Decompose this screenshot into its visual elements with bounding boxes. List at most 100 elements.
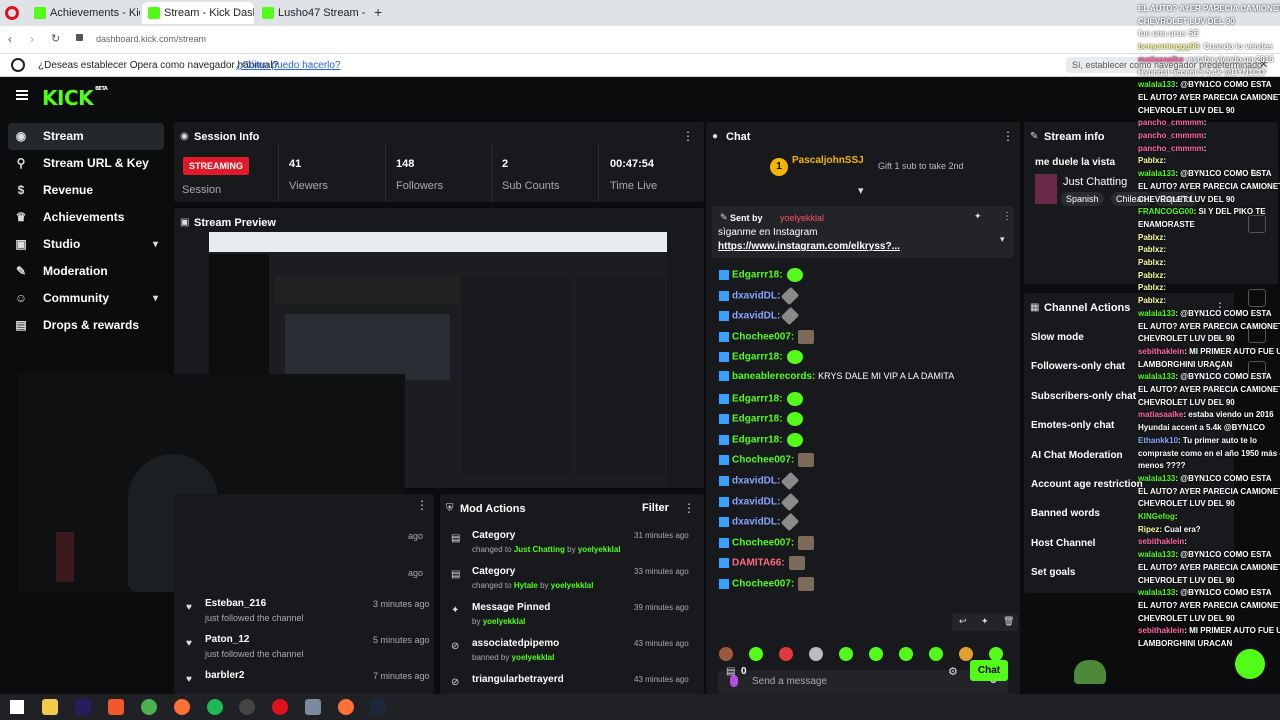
chat-username[interactable]: DAMITA66: (732, 558, 785, 569)
channel-action-followers-only-chat[interactable]: Followers-only chat (1031, 361, 1125, 372)
chat-username[interactable]: Edgarrr18: (732, 434, 783, 445)
chat-message[interactable]: Edgarrr18: (719, 391, 803, 406)
reply-icon[interactable]: ↩ (959, 616, 967, 627)
tab-stream[interactable]: Stream - Kick Dashboard (142, 2, 254, 24)
chat-message[interactable]: Edgarrr18: (719, 412, 803, 427)
emote-picker-icon[interactable] (779, 647, 793, 661)
opera-logo-icon[interactable] (5, 6, 19, 20)
chat-message[interactable]: dxavidDL: (719, 492, 800, 511)
emote-picker-icon[interactable] (809, 647, 823, 661)
opera-icon[interactable] (272, 699, 288, 715)
square-icon[interactable] (1248, 215, 1266, 233)
brave-icon[interactable] (108, 699, 124, 715)
back-icon[interactable]: ‹ (8, 32, 12, 46)
file-explorer-icon[interactable] (42, 699, 58, 715)
gift-cta[interactable]: Gift 1 sub to take 2nd (878, 161, 964, 171)
mod-action-user[interactable]: yoelyekklal (512, 653, 555, 662)
chat-message[interactable]: dxavidDL: (719, 306, 800, 326)
chat-message[interactable]: Edgarrr18: (719, 268, 803, 282)
chat-username[interactable]: Chochee007: (732, 579, 794, 590)
chat-username[interactable]: Chochee007: (732, 537, 794, 548)
chat-settings-icon[interactable]: ⚙ (948, 665, 958, 678)
url-field[interactable]: dashboard.kick.com/stream (96, 34, 206, 44)
sidebar-item-moderation[interactable]: ✎ Moderation (8, 258, 164, 285)
chat-username[interactable]: Chochee007: (732, 455, 794, 466)
chat-username[interactable]: Edgarrr18: (732, 352, 783, 363)
chat-username[interactable]: Edgarrr18: (732, 393, 783, 404)
channel-action-banned-words[interactable]: Banned words (1031, 508, 1100, 519)
chat-username[interactable]: Edgarrr18: (732, 414, 783, 425)
steam-icon[interactable] (370, 699, 386, 715)
sidebar-item-studio[interactable]: ▣ Studio ▾ (8, 231, 164, 258)
chat-username[interactable]: dxavidDL: (732, 290, 780, 301)
chat-username[interactable]: dxavidDL: (732, 476, 780, 487)
chat-message[interactable]: Chochee007: (719, 535, 815, 550)
chat-message[interactable]: dxavidDL: (719, 471, 800, 491)
emote-picker-icon[interactable] (899, 647, 913, 661)
chat-message[interactable]: DAMITA66: (719, 556, 805, 571)
chat-message[interactable]: dxavidDL: (719, 512, 800, 532)
emote-picker-icon[interactable] (959, 647, 973, 661)
spotify-icon[interactable] (207, 699, 223, 715)
kick-logo[interactable]: KICK BETA (42, 86, 108, 110)
sidebar-item-revenue[interactable]: $ Revenue (8, 177, 164, 204)
windows-start-icon[interactable] (10, 700, 24, 714)
emote-picker-icon[interactable] (869, 647, 883, 661)
reload-icon[interactable]: ↻ (51, 32, 60, 45)
channel-action-ai-chat-moderation[interactable]: AI Chat Moderation (1031, 450, 1123, 461)
session-more-icon[interactable]: ⋮ (682, 129, 694, 143)
chat-username[interactable]: dxavidDL: (732, 311, 780, 322)
collapse-icon[interactable]: ▾ (858, 184, 864, 197)
emote-picker-icon[interactable] (749, 647, 763, 661)
sidebar-item-achievements[interactable]: ♛ Achievements (8, 204, 164, 231)
chat-username[interactable]: baneablerecords: (732, 371, 815, 382)
pinned-more-icon[interactable]: ⋮ (1002, 211, 1012, 222)
emote-picker-icon[interactable] (989, 647, 1003, 661)
obs-icon[interactable] (239, 699, 255, 715)
emote-picker-icon[interactable] (719, 647, 733, 661)
channel-action-host-channel[interactable]: Host Channel (1031, 538, 1095, 549)
chat-send-button[interactable]: Chat (970, 660, 1008, 681)
chevron-down-icon[interactable]: ▾ (153, 231, 158, 258)
pinned-link[interactable]: https://www.instagram.com/elkryss?... (718, 241, 900, 252)
chat-more-icon[interactable]: ⋮ (1002, 129, 1014, 143)
chat-message[interactable]: Chochee007: (719, 329, 815, 344)
emote-picker-icon[interactable] (839, 647, 853, 661)
hamburger-menu-icon[interactable] (16, 90, 28, 100)
mod-action-user[interactable]: yoelyekklal (578, 545, 621, 554)
channel-action-subscribers-only-chat[interactable]: Subscribers-only chat (1031, 391, 1136, 402)
filter-button[interactable]: Filter (642, 502, 669, 514)
channel-action-set-goals[interactable]: Set goals (1031, 567, 1075, 578)
channel-action-account-age-restriction[interactable]: Account age restriction (1031, 479, 1143, 490)
new-tab-icon[interactable]: + (374, 4, 382, 20)
expand-pinned-icon[interactable]: ▾ (1000, 234, 1005, 245)
app-icon[interactable] (305, 699, 321, 715)
gift-leader-user[interactable]: PascaljohnSSJ (792, 155, 864, 166)
chat-message[interactable]: Edgarrr18: (719, 432, 803, 447)
category-name[interactable]: Just Chatting (1063, 176, 1127, 188)
emote-picker-icon[interactable] (929, 647, 943, 661)
chat-message[interactable]: Edgarrr18: (719, 350, 803, 365)
firefox-icon[interactable] (174, 699, 190, 715)
chat-username[interactable]: Edgarrr18: (732, 270, 783, 281)
infobar-help-link[interactable]: ¿Cómo puedo hacerlo? (236, 60, 341, 71)
pinned-user[interactable]: yoelyekklal (780, 213, 824, 223)
chat-input[interactable]: Send a message ☻ (718, 670, 1008, 694)
unpin-icon[interactable]: ✦ (974, 211, 982, 222)
mod-action-user[interactable]: yoelyekklal (551, 581, 594, 590)
channel-action-slow-mode[interactable]: Slow mode (1031, 332, 1084, 343)
delete-icon[interactable]: 🗑 (1003, 616, 1014, 627)
chevron-down-icon[interactable]: ▾ (153, 285, 158, 312)
chat-message[interactable]: Chochee007: (719, 453, 815, 468)
forward-icon[interactable]: › (30, 32, 34, 46)
chat-username[interactable]: dxavidDL: (732, 496, 780, 507)
clipboard-icon[interactable] (1248, 289, 1266, 307)
sidebar-item-stream[interactable]: ◉ Stream (8, 123, 164, 150)
premiere-icon[interactable] (75, 699, 91, 715)
mod-more-icon[interactable]: ⋮ (683, 501, 695, 515)
points-icon[interactable]: ▤ (726, 666, 735, 677)
sidebar-item-drops-rewards[interactable]: ▤ Drops & rewards (8, 312, 164, 339)
tab-achievements[interactable]: Achievements - Kick Dash (28, 2, 140, 24)
firefox-icon[interactable] (338, 699, 354, 715)
chat-message[interactable]: dxavidDL: (719, 286, 800, 305)
